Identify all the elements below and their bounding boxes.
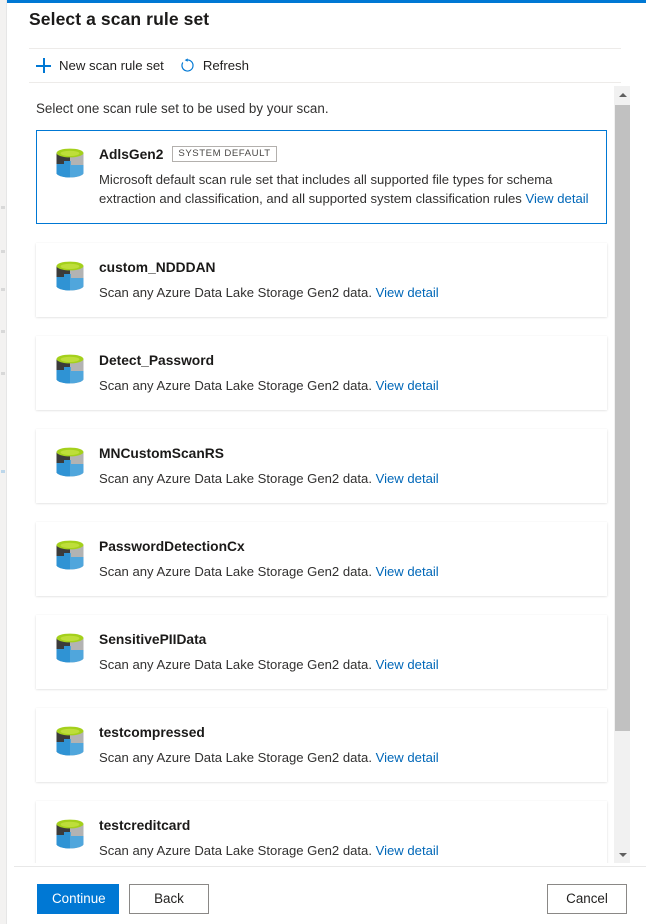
rule-set-description-text: Scan any Azure Data Lake Storage Gen2 da… — [99, 750, 372, 765]
continue-button[interactable]: Continue — [37, 884, 119, 914]
adls-gen2-icon — [55, 818, 85, 850]
blade-surface: Select a scan rule set New scan rule set… — [7, 0, 646, 924]
new-scan-rule-set-button[interactable]: New scan rule set — [29, 49, 173, 82]
rule-set-name: SensitivePIIData — [99, 631, 207, 647]
cancel-button[interactable]: Cancel — [547, 884, 627, 914]
rule-set-title-row: PasswordDetectionCx — [99, 537, 590, 555]
caret-down-icon — [618, 852, 627, 857]
back-button[interactable]: Back — [129, 884, 209, 914]
rule-set-description: Scan any Azure Data Lake Storage Gen2 da… — [99, 748, 590, 767]
view-detail-link[interactable]: View detail — [376, 471, 439, 486]
list-scrollbar[interactable] — [613, 86, 630, 863]
rule-set-card[interactable]: SensitivePIIData Scan any Azure Data Lake… — [36, 615, 607, 689]
adls-gen2-icon — [55, 147, 85, 179]
rule-set-title-row: SensitivePIIData — [99, 630, 590, 648]
view-detail-link[interactable]: View detail — [376, 285, 439, 300]
refresh-icon — [180, 58, 195, 73]
rule-set-description-text: Scan any Azure Data Lake Storage Gen2 da… — [99, 843, 372, 858]
view-detail-link[interactable]: View detail — [525, 191, 588, 206]
rule-set-card[interactable]: testcreditcard Scan any Azure Data Lake S… — [36, 801, 607, 863]
adls-gen2-icon — [55, 260, 85, 292]
adls-gen2-icon — [55, 446, 85, 478]
scroll-down-button[interactable] — [614, 846, 631, 863]
command-bar: New scan rule set Refresh — [29, 49, 621, 82]
rule-set-card[interactable]: Detect_Password Scan any Azure Data Lake … — [36, 336, 607, 410]
scroll-up-button[interactable] — [614, 86, 631, 103]
adls-gen2-icon — [55, 632, 85, 664]
rule-set-name: testcompressed — [99, 724, 205, 740]
rule-set-card[interactable]: MNCustomScanRS Scan any Azure Data Lake S… — [36, 429, 607, 503]
rule-set-description-text: Scan any Azure Data Lake Storage Gen2 da… — [99, 471, 372, 486]
adls-gen2-icon — [55, 725, 85, 757]
rule-set-description: Microsoft default scan rule set that inc… — [99, 170, 590, 208]
blade-accent-bar — [7, 0, 646, 3]
rule-set-name: AdlsGen2 — [99, 146, 164, 162]
view-detail-link[interactable]: View detail — [376, 843, 439, 858]
caret-up-icon — [618, 92, 627, 97]
rule-set-card[interactable]: testcompressed Scan any Azure Data Lake S… — [36, 708, 607, 782]
rule-set-description-text: Microsoft default scan rule set that inc… — [99, 172, 553, 206]
rule-set-name: Detect_Password — [99, 352, 215, 368]
rule-set-name: custom_NDDDAN — [99, 259, 216, 275]
rule-set-name: testcreditcard — [99, 817, 191, 833]
rule-set-description-text: Scan any Azure Data Lake Storage Gen2 da… — [99, 564, 372, 579]
commandbar-divider — [29, 82, 621, 83]
rule-set-description: Scan any Azure Data Lake Storage Gen2 da… — [99, 469, 590, 488]
view-detail-link[interactable]: View detail — [376, 378, 439, 393]
rule-set-description: Scan any Azure Data Lake Storage Gen2 da… — [99, 562, 590, 581]
rule-set-description: Scan any Azure Data Lake Storage Gen2 da… — [99, 655, 590, 674]
refresh-label: Refresh — [202, 58, 249, 73]
background-page-sliver — [0, 0, 7, 924]
rule-set-description-text: Scan any Azure Data Lake Storage Gen2 da… — [99, 285, 372, 300]
rule-set-title-row: AdlsGen2 SYSTEM DEFAULT — [99, 145, 590, 163]
view-detail-link[interactable]: View detail — [376, 750, 439, 765]
scrollbar-thumb[interactable] — [615, 105, 630, 731]
refresh-button[interactable]: Refresh — [173, 49, 258, 82]
rule-set-title-row: Detect_Password — [99, 351, 590, 369]
rule-set-card[interactable]: custom_NDDDAN Scan any Azure Data Lake St… — [36, 243, 607, 317]
rule-set-description: Scan any Azure Data Lake Storage Gen2 da… — [99, 841, 590, 860]
view-detail-link[interactable]: View detail — [376, 657, 439, 672]
rule-set-title-row: MNCustomScanRS — [99, 444, 590, 462]
blade-footer: Continue Back Cancel — [14, 867, 646, 924]
scan-rule-set-blade: Select a scan rule set New scan rule set… — [0, 0, 646, 924]
new-scan-rule-set-label: New scan rule set — [59, 58, 164, 73]
rule-set-description: Scan any Azure Data Lake Storage Gen2 da… — [99, 283, 590, 302]
rule-set-title-row: testcompressed — [99, 723, 590, 741]
rule-set-description-text: Scan any Azure Data Lake Storage Gen2 da… — [99, 378, 372, 393]
view-detail-link[interactable]: View detail — [376, 564, 439, 579]
status-badge: SYSTEM DEFAULT — [172, 146, 277, 162]
page-title: Select a scan rule set — [29, 9, 210, 29]
rule-set-title-row: testcreditcard — [99, 816, 590, 834]
rule-set-scroll-region: AdlsGen2 SYSTEM DEFAULT Microsoft default … — [14, 86, 646, 863]
rule-set-title-row: custom_NDDDAN — [99, 258, 590, 276]
rule-set-description-text: Scan any Azure Data Lake Storage Gen2 da… — [99, 657, 372, 672]
plus-icon — [36, 58, 51, 73]
rule-set-card[interactable]: PasswordDetectionCx Scan any Azure Data L… — [36, 522, 607, 596]
adls-gen2-icon — [55, 353, 85, 385]
rule-set-name: PasswordDetectionCx — [99, 538, 245, 554]
adls-gen2-icon — [55, 539, 85, 571]
rule-set-description: Scan any Azure Data Lake Storage Gen2 da… — [99, 376, 590, 395]
rule-set-card[interactable]: AdlsGen2 SYSTEM DEFAULT Microsoft default … — [36, 130, 607, 224]
rule-set-name: MNCustomScanRS — [99, 445, 224, 461]
